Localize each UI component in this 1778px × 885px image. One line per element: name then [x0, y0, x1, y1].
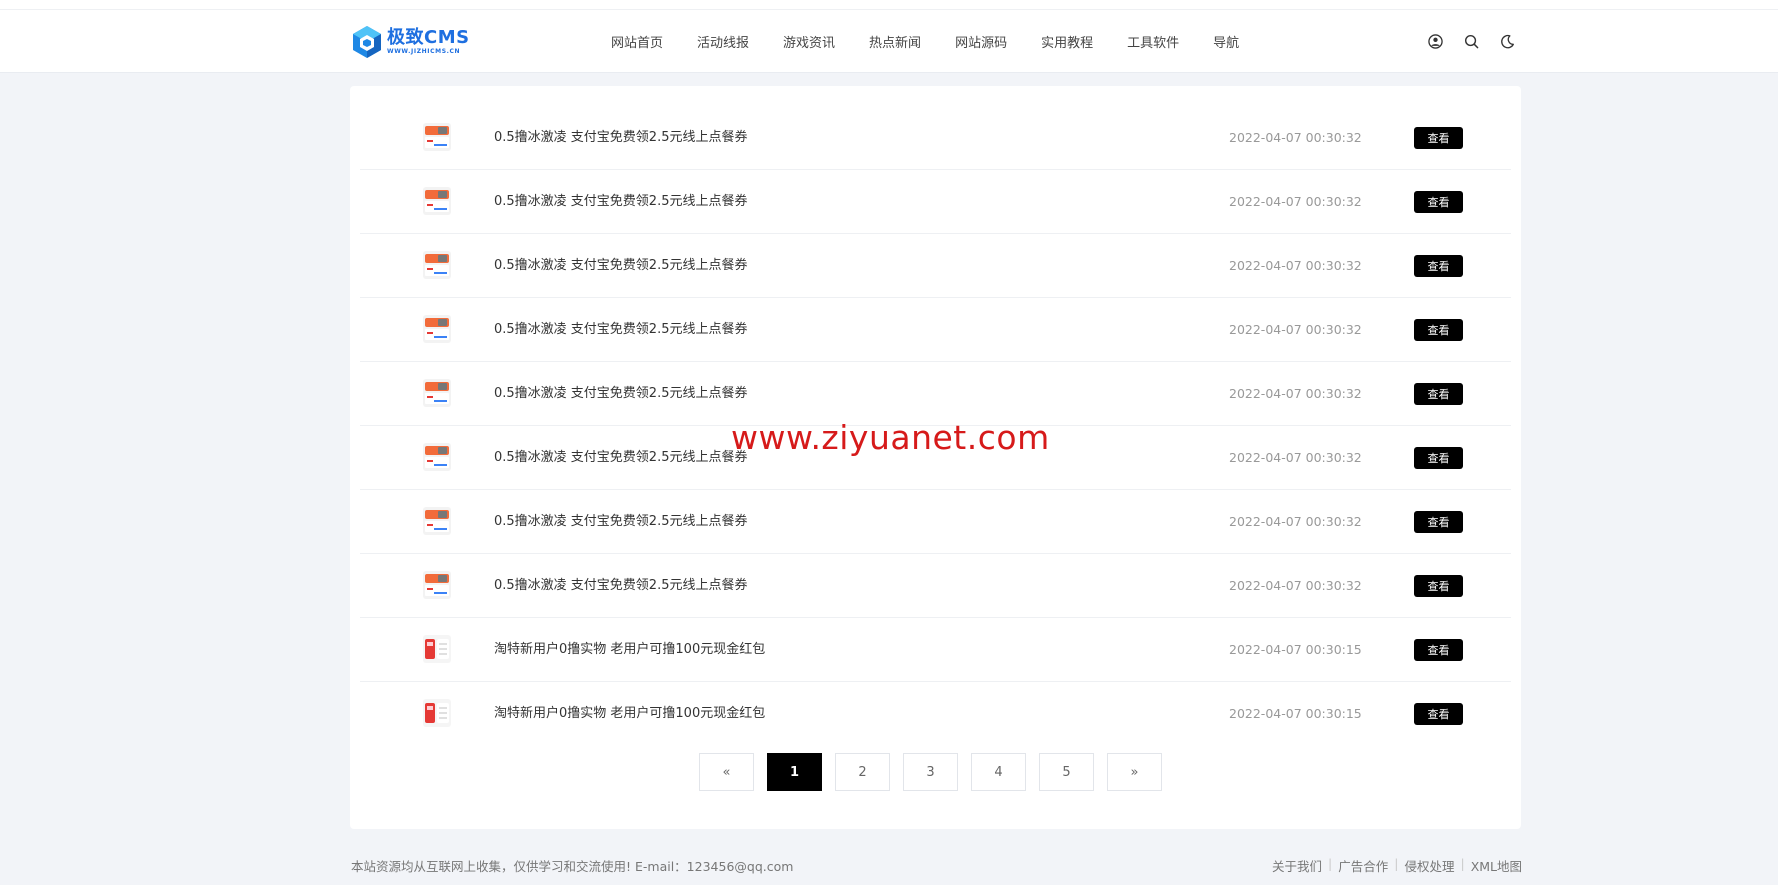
- article-time: 2022-04-07 00:30:32: [1229, 386, 1362, 401]
- coupon-thumbnail: [423, 123, 451, 151]
- view-button[interactable]: 查看: [1414, 639, 1463, 661]
- nav-item-hot-news[interactable]: 热点新闻: [869, 32, 921, 51]
- site-logo[interactable]: 极致CMS WWW.JIZHICMS.CN: [352, 22, 470, 62]
- nav-item-tools[interactable]: 工具软件: [1127, 32, 1179, 51]
- view-button[interactable]: 查看: [1414, 127, 1463, 149]
- list-item[interactable]: 淘特新用户0撸实物 老用户可撸100元现金红包 2022-04-07 00:30…: [360, 618, 1511, 682]
- redpacket-thumbnail: [423, 635, 451, 663]
- article-time: 2022-04-07 00:30:32: [1229, 130, 1362, 145]
- footer-link-sitemap[interactable]: XML地图: [1471, 856, 1522, 875]
- view-button[interactable]: 查看: [1414, 383, 1463, 405]
- view-button[interactable]: 查看: [1414, 511, 1463, 533]
- nav-item-home[interactable]: 网站首页: [611, 32, 663, 51]
- content-card: 0.5撸冰激凌 支付宝免费领2.5元线上点餐券 2022-04-07 00:30…: [350, 86, 1521, 829]
- view-button[interactable]: 查看: [1414, 255, 1463, 277]
- page-button[interactable]: 4: [971, 753, 1026, 791]
- article-title-link[interactable]: 0.5撸冰激凌 支付宝免费领2.5元线上点餐券: [494, 170, 747, 234]
- footer-separator: |: [1460, 856, 1465, 871]
- article-title-link[interactable]: 0.5撸冰激凌 支付宝免费领2.5元线上点餐券: [494, 106, 747, 170]
- page-button[interactable]: 2: [835, 753, 890, 791]
- page-button-current[interactable]: 1: [767, 753, 822, 791]
- view-button[interactable]: 查看: [1414, 703, 1463, 725]
- logo-text: 极致CMS WWW.JIZHICMS.CN: [387, 28, 470, 56]
- footer-link-about[interactable]: 关于我们: [1272, 856, 1322, 875]
- logo-name: 极致CMS: [387, 27, 470, 48]
- moon-icon[interactable]: [1498, 32, 1516, 50]
- article-title-link[interactable]: 淘特新用户0撸实物 老用户可撸100元现金红包: [494, 682, 765, 746]
- view-button[interactable]: 查看: [1414, 191, 1463, 213]
- watermark-text: www.ziyuanet.com: [731, 418, 1050, 457]
- article-time: 2022-04-07 00:30:15: [1229, 706, 1362, 721]
- article-title-link[interactable]: 淘特新用户0撸实物 老用户可撸100元现金红包: [494, 618, 765, 682]
- list-item[interactable]: 0.5撸冰激凌 支付宝免费领2.5元线上点餐券 2022-04-07 00:30…: [360, 170, 1511, 234]
- list-item[interactable]: 0.5撸冰激凌 支付宝免费领2.5元线上点餐券 2022-04-07 00:30…: [360, 554, 1511, 618]
- list-item[interactable]: 0.5撸冰激凌 支付宝免费领2.5元线上点餐券 2022-04-07 00:30…: [360, 362, 1511, 426]
- article-title-link[interactable]: 0.5撸冰激凌 支付宝免费领2.5元线上点餐券: [494, 298, 747, 362]
- coupon-thumbnail: [423, 187, 451, 215]
- coupon-thumbnail: [423, 571, 451, 599]
- top-strip: [0, 0, 1778, 10]
- list-item[interactable]: 0.5撸冰激凌 支付宝免费领2.5元线上点餐券 2022-04-07 00:30…: [360, 298, 1511, 362]
- article-time: 2022-04-07 00:30:32: [1229, 194, 1362, 209]
- view-button[interactable]: 查看: [1414, 319, 1463, 341]
- article-title-link[interactable]: 0.5撸冰激凌 支付宝免费领2.5元线上点餐券: [494, 234, 747, 298]
- list-item[interactable]: 0.5撸冰激凌 支付宝免费领2.5元线上点餐券 2022-04-07 00:30…: [360, 106, 1511, 170]
- list-item[interactable]: 0.5撸冰激凌 支付宝免费领2.5元线上点餐券 2022-04-07 00:30…: [360, 234, 1511, 298]
- list-item[interactable]: 淘特新用户0撸实物 老用户可撸100元现金红包 2022-04-07 00:30…: [360, 682, 1511, 746]
- header-icons: [1426, 32, 1516, 50]
- article-time: 2022-04-07 00:30:32: [1229, 258, 1362, 273]
- logo-subtitle: WWW.JIZHICMS.CN: [387, 48, 461, 55]
- article-title-link[interactable]: 0.5撸冰激凌 支付宝免费领2.5元线上点餐券: [494, 490, 747, 554]
- nav-item-tutorials[interactable]: 实用教程: [1041, 32, 1093, 51]
- coupon-thumbnail: [423, 379, 451, 407]
- footer-separator: |: [1328, 856, 1333, 871]
- view-button[interactable]: 查看: [1414, 447, 1463, 469]
- page-button[interactable]: 5: [1039, 753, 1094, 791]
- coupon-thumbnail: [423, 443, 451, 471]
- article-time: 2022-04-07 00:30:32: [1229, 450, 1362, 465]
- site-header: 极致CMS WWW.JIZHICMS.CN 网站首页 活动线报 游戏资讯 热点新…: [0, 10, 1778, 73]
- redpacket-thumbnail: [423, 699, 451, 727]
- coupon-thumbnail: [423, 507, 451, 535]
- coupon-thumbnail: [423, 315, 451, 343]
- article-time: 2022-04-07 00:30:32: [1229, 578, 1362, 593]
- nav-item-game-news[interactable]: 游戏资讯: [783, 32, 835, 51]
- footer-separator: |: [1394, 856, 1399, 871]
- user-circle-icon[interactable]: [1426, 32, 1444, 50]
- page-next-button[interactable]: »: [1107, 753, 1162, 791]
- nav-item-activities[interactable]: 活动线报: [697, 32, 749, 51]
- footer-notice: 本站资源均从互联网上收集，仅供学习和交流使用! E-mail：123456@qq…: [351, 859, 794, 874]
- pagination: « 1 2 3 4 5 »: [699, 753, 1175, 791]
- article-time: 2022-04-07 00:30:32: [1229, 514, 1362, 529]
- nav-item-source-code[interactable]: 网站源码: [955, 32, 1007, 51]
- list-item[interactable]: 0.5撸冰激凌 支付宝免费领2.5元线上点餐券 2022-04-07 00:30…: [360, 490, 1511, 554]
- footer-links: 关于我们 | 广告合作 | 侵权处理 | XML地图: [1272, 856, 1522, 875]
- article-time: 2022-04-07 00:30:15: [1229, 642, 1362, 657]
- footer-link-infringement[interactable]: 侵权处理: [1404, 856, 1454, 875]
- article-time: 2022-04-07 00:30:32: [1229, 322, 1362, 337]
- nav-item-navigation[interactable]: 导航: [1213, 32, 1239, 51]
- page-prev-button[interactable]: «: [699, 753, 754, 791]
- coupon-thumbnail: [423, 251, 451, 279]
- page-button[interactable]: 3: [903, 753, 958, 791]
- main-nav: 网站首页 活动线报 游戏资讯 热点新闻 网站源码 实用教程 工具软件 导航: [611, 10, 1239, 73]
- search-icon[interactable]: [1462, 32, 1480, 50]
- footer-link-ads[interactable]: 广告合作: [1338, 856, 1388, 875]
- article-title-link[interactable]: 0.5撸冰激凌 支付宝免费领2.5元线上点餐券: [494, 554, 747, 618]
- logo-cube-icon: [353, 26, 381, 58]
- article-title-link[interactable]: 0.5撸冰激凌 支付宝免费领2.5元线上点餐券: [494, 426, 747, 490]
- view-button[interactable]: 查看: [1414, 575, 1463, 597]
- article-title-link[interactable]: 0.5撸冰激凌 支付宝免费领2.5元线上点餐券: [494, 362, 747, 426]
